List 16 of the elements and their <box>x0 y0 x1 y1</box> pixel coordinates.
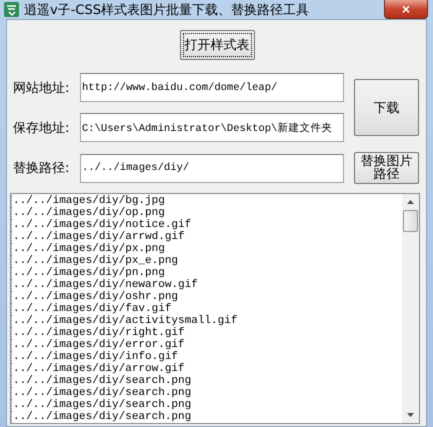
input-field[interactable]: http://www.baidu.com/dome/leap/ <box>80 73 344 102</box>
input-field[interactable]: ../../images/diy/ <box>80 154 344 182</box>
field-label: 网站地址: <box>12 80 70 96</box>
close-button[interactable]: × <box>384 0 428 19</box>
download-button[interactable]: 下载 <box>354 79 419 136</box>
scroll-down-icon[interactable] <box>407 413 414 417</box>
scroll-thumb[interactable] <box>403 210 418 232</box>
field-label: 替换路径: <box>12 160 70 177</box>
window-title: 逍遥v子-CSS样式表图片批量下载、替换路径工具 <box>24 2 310 18</box>
scrollbar[interactable] <box>402 194 419 423</box>
scroll-up-icon[interactable] <box>407 200 414 204</box>
open-stylesheet-button[interactable]: 打开样式表 <box>180 30 254 60</box>
field-label: 保存地址: <box>12 120 70 136</box>
replace-path-button[interactable]: 替换图片路径 <box>354 152 419 184</box>
input-field[interactable]: C:\Users\Administrator\Desktop\新建文件夹 <box>80 113 344 142</box>
app-icon <box>4 2 19 17</box>
